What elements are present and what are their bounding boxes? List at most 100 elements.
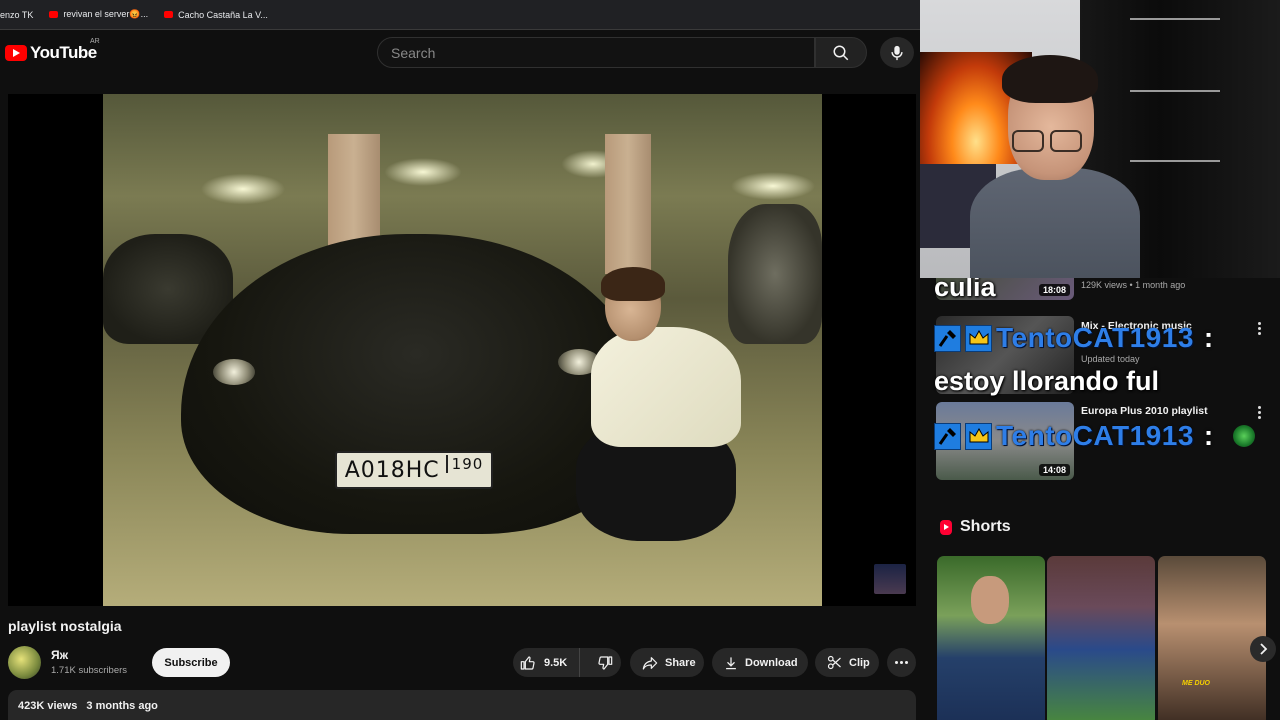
menu-dot: [1258, 416, 1261, 419]
door-line: [1130, 90, 1220, 92]
person-crouching: [576, 267, 741, 561]
recommendation-menu-icon[interactable]: [1258, 322, 1262, 335]
bookmark-label: revivan el server😡...: [63, 9, 149, 19]
chat-username: TentoCAT1913: [996, 420, 1194, 451]
plate-number: А018НС: [344, 457, 440, 483]
webcam-overlay: [920, 0, 1280, 278]
microphone-icon: [891, 45, 903, 60]
share-icon: [642, 656, 658, 670]
menu-dot: [1258, 411, 1261, 414]
video-duration: 18:08: [1038, 284, 1070, 296]
thumbs-down-icon: [598, 655, 613, 670]
download-button[interactable]: Download: [712, 648, 808, 677]
chat-username-line: TentoCAT1913 :: [934, 420, 1256, 452]
like-button[interactable]: 9.5K: [513, 648, 581, 677]
youtube-icon: [164, 11, 174, 18]
moderator-badge-icon: [934, 422, 961, 450]
channel-watermark-icon[interactable]: [874, 564, 906, 594]
glasses-lens: [1050, 130, 1082, 152]
recommendations-column: 18:08 129K views • 1 month ago Mix - Ele…: [920, 278, 1280, 720]
moderator-badge-icon: [934, 324, 961, 352]
like-count: 9.5K: [544, 656, 568, 669]
glasses-lens: [1012, 130, 1044, 152]
video-frame: А018НС 190: [103, 94, 822, 606]
bookmarks-bar: enzo TK revivan el server😡... Cacho Cast…: [0, 0, 920, 30]
voice-search-button[interactable]: [880, 37, 914, 68]
logo-text: YouTube: [30, 43, 97, 62]
chat-username: TentoCAT1913: [996, 322, 1194, 353]
youtube-icon: [49, 11, 59, 18]
more-dot: [895, 661, 898, 664]
person-shirt: [591, 327, 741, 447]
share-button[interactable]: Share: [630, 648, 704, 677]
emote-icon: [1233, 425, 1256, 447]
search-button[interactable]: [815, 37, 867, 68]
more-dot: [900, 661, 903, 664]
search-input[interactable]: [391, 44, 814, 61]
share-label: Share: [665, 656, 696, 669]
short-card[interactable]: ME DUO: [1158, 556, 1266, 720]
streamer-hair: [1002, 55, 1098, 103]
shorts-header: Shorts: [940, 518, 1011, 536]
channel-name[interactable]: Яж: [51, 648, 68, 662]
shorts-title: Shorts: [960, 518, 1011, 535]
bookmark-item[interactable]: revivan el server😡...: [49, 9, 148, 20]
youtube-logo-icon: [5, 45, 27, 61]
chat-colon: :: [1203, 322, 1214, 353]
more-actions-button[interactable]: [887, 648, 916, 677]
download-icon: [726, 656, 736, 669]
recommendation-meta: Updated today: [1081, 354, 1140, 364]
door-line: [1130, 18, 1220, 20]
region-code: AR: [90, 38, 100, 45]
menu-dot: [1258, 332, 1261, 335]
channel-avatar[interactable]: [8, 646, 41, 679]
license-plate: А018НС 190: [335, 451, 493, 489]
video-title: playlist nostalgia: [8, 618, 122, 634]
video-player[interactable]: А018НС 190: [8, 94, 916, 606]
crown-badge-icon: [965, 422, 992, 450]
menu-dot: [1258, 327, 1261, 330]
clip-label: Clip: [849, 656, 870, 669]
video-duration: 14:08: [1038, 464, 1070, 476]
short-card[interactable]: [937, 556, 1045, 720]
subscriber-count: 1.71K subscribers: [51, 665, 128, 676]
door-line: [1130, 160, 1220, 162]
recommendation-meta: 129K views • 1 month ago: [1081, 280, 1186, 290]
clip-button[interactable]: Clip: [815, 648, 879, 677]
shorts-next-button[interactable]: [1250, 636, 1276, 662]
chat-colon: :: [1203, 420, 1214, 451]
bookmark-label: Cacho Castaña La V...: [178, 9, 268, 20]
thumbs-up-icon: [520, 655, 535, 670]
bookmark-item[interactable]: enzo TK: [0, 10, 33, 20]
person-hair: [601, 267, 665, 301]
plate-region: 190: [445, 455, 484, 473]
like-dislike-group: 9.5K: [513, 648, 621, 677]
subscribe-button[interactable]: Subscribe: [152, 648, 230, 677]
short-thumbnail-face: [971, 576, 1009, 624]
shorts-icon: [940, 519, 952, 535]
bookmark-label: enzo TK: [0, 9, 34, 20]
description-box[interactable]: 423K views 3 months ago: [8, 690, 916, 720]
chat-message: estoy llorando ful: [934, 366, 1160, 396]
scissors-icon: [827, 655, 841, 670]
background-car: [728, 204, 822, 344]
dislike-button[interactable]: [587, 648, 623, 677]
search-box: [377, 37, 815, 68]
menu-dot: [1258, 406, 1261, 409]
chevron-right-icon: [1260, 643, 1268, 655]
youtube-header: YouTube AR: [0, 30, 920, 74]
menu-dot: [1258, 322, 1261, 325]
short-caption: ME DUO: [1182, 680, 1210, 687]
recommendation-menu-icon[interactable]: [1258, 406, 1262, 419]
short-card[interactable]: [1047, 556, 1155, 720]
recommendation-title[interactable]: Europa Plus 2010 playlist: [1081, 405, 1208, 417]
car-headlight: [213, 359, 255, 385]
chat-message: culia: [934, 278, 996, 302]
view-count: 423K views: [18, 700, 78, 712]
chat-username-line: TentoCAT1913 :: [934, 322, 1213, 354]
more-dot: [905, 661, 908, 664]
youtube-logo[interactable]: YouTube AR: [5, 38, 100, 63]
bookmark-item[interactable]: Cacho Castaña La V...: [164, 10, 268, 20]
search-icon: [833, 45, 849, 60]
crown-badge-icon: [965, 324, 992, 352]
